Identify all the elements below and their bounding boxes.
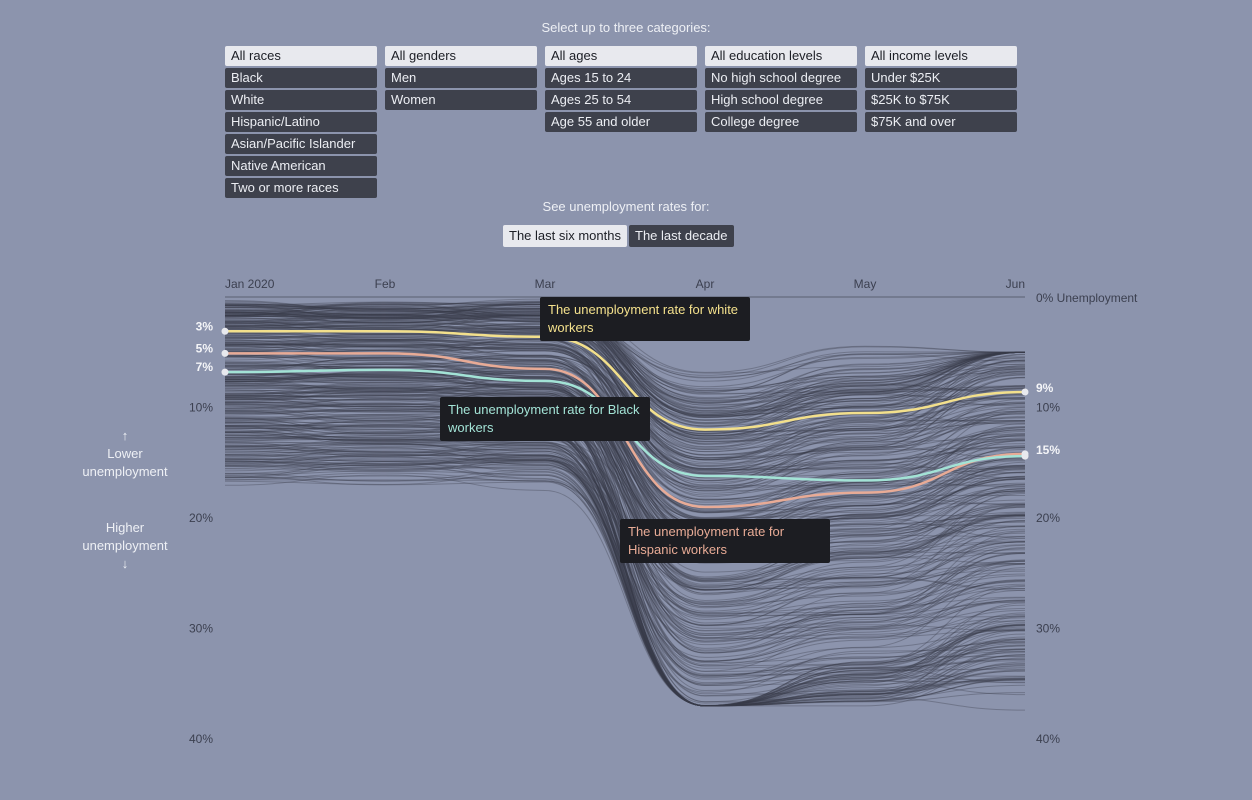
- up-arrow-icon: ↑: [121, 428, 129, 443]
- x-tick-label: May: [854, 277, 877, 291]
- y-tick-label-left: 40%: [189, 732, 213, 746]
- lower-unemployment-note: ↑ Lower unemployment: [60, 427, 190, 481]
- y-tick-label-left: 20%: [189, 511, 213, 525]
- y-tick-label-right: 40%: [1036, 732, 1060, 746]
- y-tick-label-right: 30%: [1036, 622, 1060, 636]
- black-start-label: 7%: [196, 360, 214, 374]
- annotation-white: The unemployment rate for white workers: [540, 297, 750, 341]
- y-tick-label-left: 30%: [189, 622, 213, 636]
- background-lines: [224, 298, 1026, 711]
- white-end-point: [1021, 388, 1029, 396]
- hispanic-start-label: 5%: [196, 341, 214, 355]
- annotation-hispanic-text: The unemployment rate for Hispanic worke…: [628, 524, 785, 557]
- hispanic-start-point: [221, 349, 229, 357]
- annotation-white-text: The unemployment rate for white workers: [548, 302, 739, 335]
- x-tick-label: Jan 2020: [225, 277, 275, 291]
- y-tick-label-right: 10%: [1036, 401, 1060, 415]
- higher-unemployment-label: Higher unemployment: [82, 520, 168, 553]
- x-tick-label: Feb: [375, 277, 396, 291]
- lower-unemployment-label: Lower unemployment: [82, 446, 168, 479]
- white-start-point: [221, 327, 229, 335]
- x-tick-label: Apr: [696, 277, 715, 291]
- black-start-point: [221, 368, 229, 376]
- annotation-black: The unemployment rate for Black workers: [440, 397, 650, 441]
- zero-unemployment-label: 0% Unemployment: [1036, 291, 1138, 305]
- x-tick-label: Jun: [1006, 277, 1025, 291]
- white-end-label: 9%: [1036, 381, 1054, 395]
- annotation-hispanic: The unemployment rate for Hispanic worke…: [620, 519, 830, 563]
- y-tick-label-right: 20%: [1036, 511, 1060, 525]
- y-tick-label-left: 10%: [189, 401, 213, 415]
- black-end-point: [1021, 452, 1029, 460]
- higher-unemployment-note: Higher unemployment ↓: [60, 519, 190, 573]
- annotation-black-text: The unemployment rate for Black workers: [448, 402, 640, 435]
- hispanic-end-label: 15%: [1036, 443, 1060, 457]
- white-start-label: 3%: [196, 319, 214, 333]
- down-arrow-icon: ↓: [121, 556, 129, 571]
- x-tick-label: Mar: [535, 277, 556, 291]
